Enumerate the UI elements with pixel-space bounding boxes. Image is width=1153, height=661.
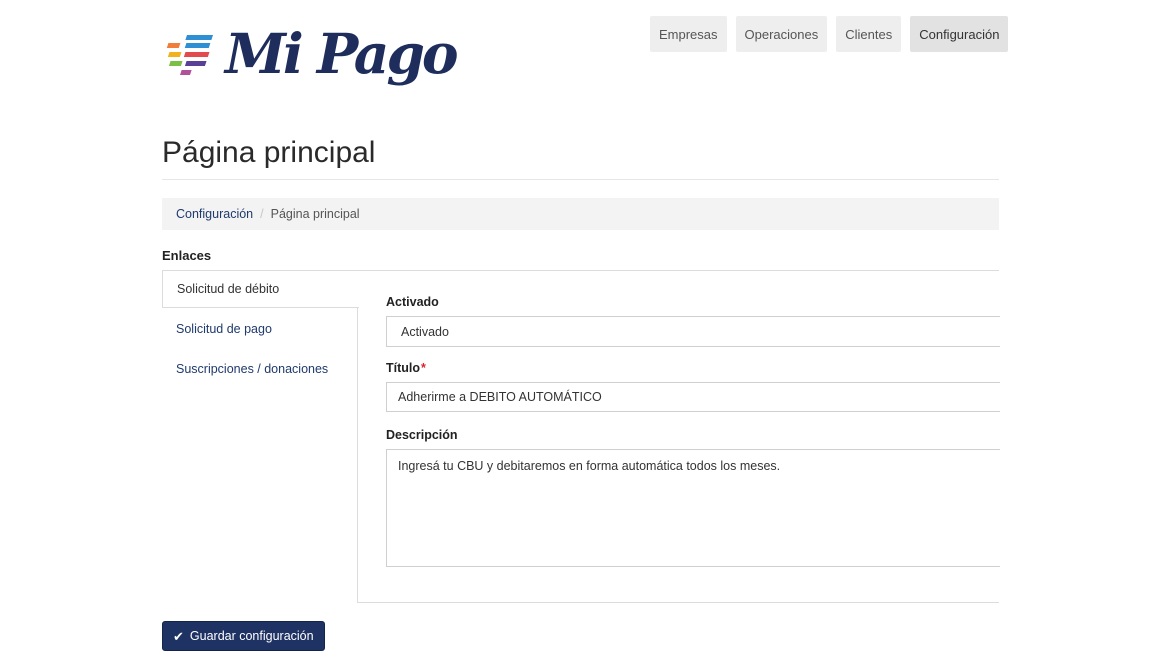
top-navigation: Empresas Operaciones Clientes Configurac… [650,16,1009,52]
logo-stripes-icon [166,35,213,75]
links-section-label: Enlaces [162,248,212,263]
nav-clientes[interactable]: Clientes [836,16,902,52]
activado-select[interactable]: Activado [386,316,1000,347]
tab-suscripciones-donaciones[interactable]: Suscripciones / donaciones [162,350,358,388]
links-tabs: Solicitud de débito Solicitud de pago Su… [162,270,359,388]
breadcrumb-link-configuracion[interactable]: Configuración [176,207,253,221]
tab-solicitud-debito[interactable]: Solicitud de débito [162,270,359,308]
nav-configuracion[interactable]: Configuración [910,16,1009,52]
activado-label: Activado [386,295,439,309]
titulo-input[interactable]: Adherirme a DEBITO AUTOMÁTICO [386,382,1000,412]
check-icon: ✔ [173,628,184,644]
breadcrumb-separator: / [260,207,264,221]
breadcrumb-current: Página principal [270,207,360,221]
title-divider [162,179,999,180]
nav-empresas[interactable]: Empresas [650,16,727,52]
titulo-label-text: Título [386,361,421,375]
page-title: Página principal [162,136,376,169]
breadcrumb: Configuración / Página principal [162,198,999,230]
descripcion-label: Descripción [386,428,458,442]
titulo-label: Título* [386,361,426,375]
tab-solicitud-pago[interactable]: Solicitud de pago [162,310,358,348]
tab-panel: Activado Activado Título* Adherirme a DE… [357,270,1000,603]
descripcion-textarea[interactable]: Ingresá tu CBU y debitaremos en forma au… [386,449,1000,567]
save-button-label: Guardar configuración [189,629,314,643]
nav-operaciones[interactable]: Operaciones [735,16,828,52]
save-configuration-button[interactable]: ✔ Guardar configuración [162,621,325,651]
brand-logo[interactable]: Mi Pago [165,26,459,98]
brand-wordmark: Mi Pago [225,21,459,86]
required-marker: * [421,361,426,375]
